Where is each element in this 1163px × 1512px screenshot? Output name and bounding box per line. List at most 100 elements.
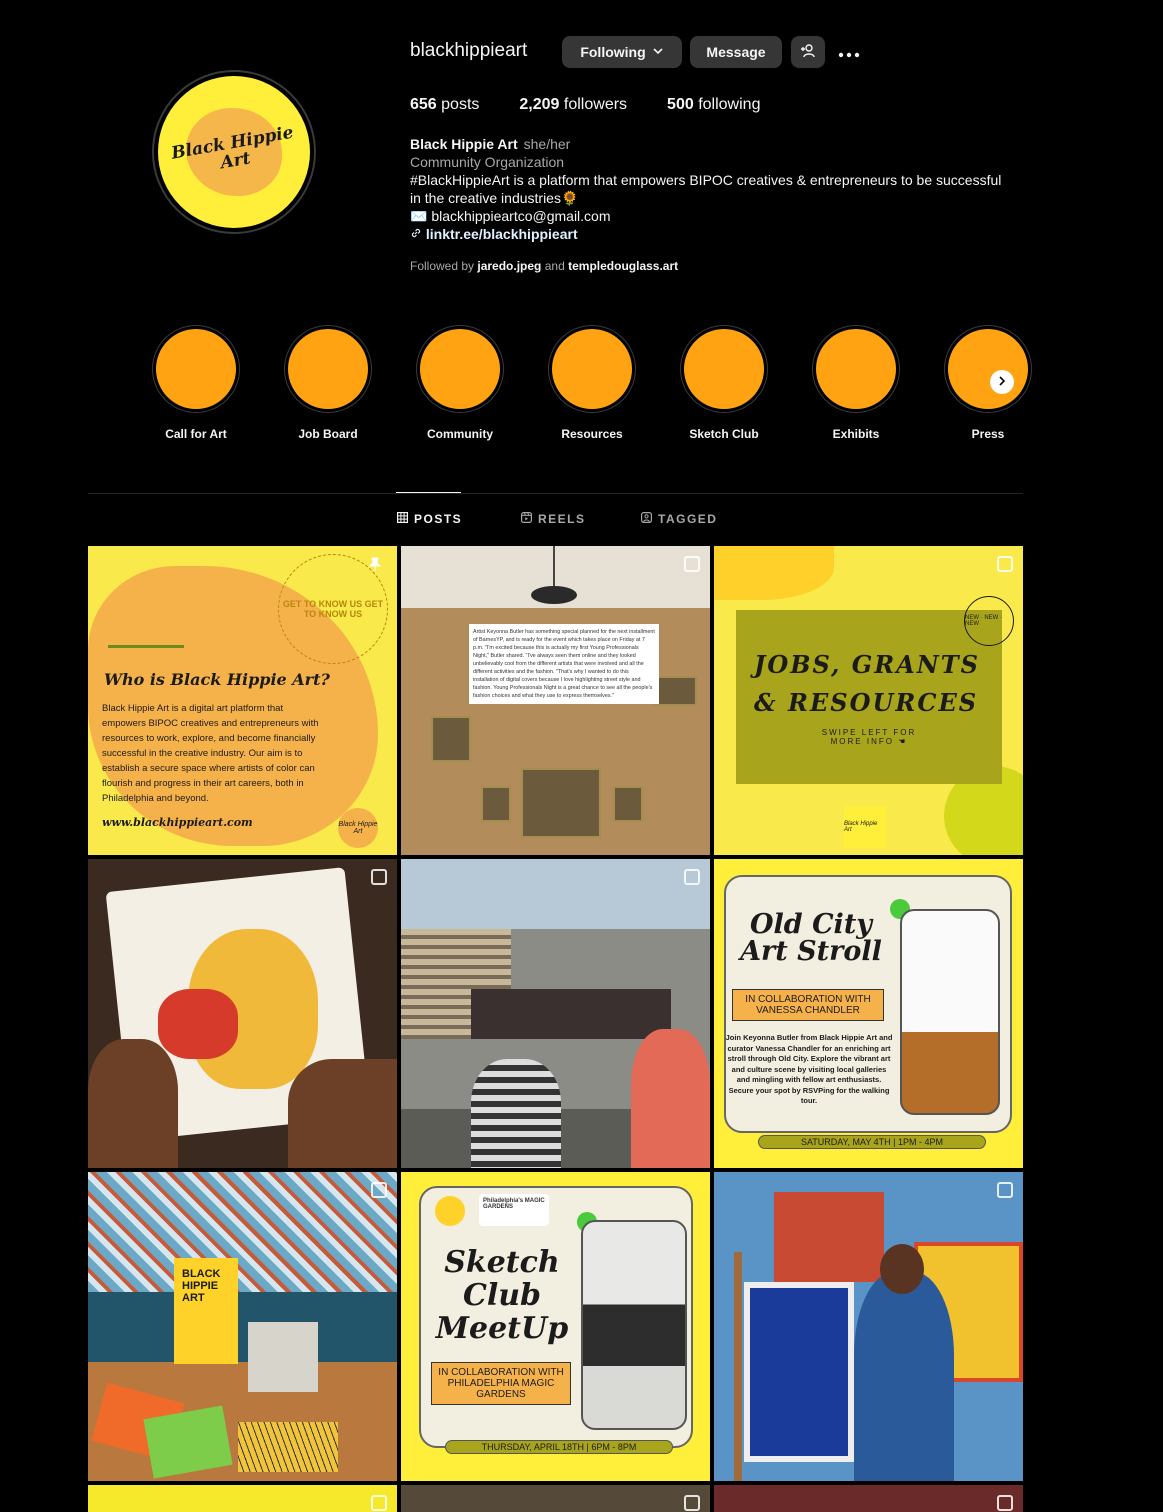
message-button[interactable]: Message	[690, 36, 782, 68]
post-winnie-the-pooh-drawing[interactable]	[88, 859, 397, 1168]
sketching-photo	[581, 1220, 687, 1430]
profile-avatar[interactable]: Black Hippie Art	[152, 70, 316, 234]
gallery-photo	[900, 909, 1000, 1115]
post-title-line-2: & RESOURCES	[754, 688, 979, 717]
followers-count: 2,209	[519, 96, 560, 113]
partner-logo: Philadelphia's MAGIC GARDENS	[479, 1194, 549, 1226]
collab-label: IN COLLABORATION WITH PHILADELPHIA MAGIC…	[431, 1362, 571, 1405]
bio-link-row[interactable]: linktr.ee/blackhippieart	[410, 225, 1010, 243]
highlight-label: Press	[971, 427, 1005, 441]
highlight-cover	[288, 329, 368, 409]
reels-icon	[521, 512, 533, 526]
following-button[interactable]: Following	[562, 36, 682, 68]
post-title: Old City Art Stroll	[740, 909, 882, 967]
post-body-text: Black Hippie Art is a digital art platfo…	[102, 703, 319, 804]
followed-by-conj: and	[544, 259, 565, 273]
chevron-right-icon	[997, 373, 1007, 391]
honey-pot-drawing	[158, 989, 238, 1059]
post-barnes-article[interactable]: Artist Keyonna Butler has something spec…	[401, 546, 710, 855]
highlight-call-for-art[interactable]: Call for Art	[130, 325, 262, 441]
followers-stat[interactable]: 2,209 followers	[519, 96, 627, 114]
post-old-city-art-stroll[interactable]: Old City Art Stroll IN COLLABORATION WIT…	[714, 859, 1023, 1168]
post-partial-3[interactable]	[714, 1485, 1023, 1512]
post-artist-painting[interactable]	[714, 1172, 1023, 1481]
tabs-divider	[88, 493, 1023, 494]
message-label: Message	[706, 44, 766, 60]
followers-label: followers	[563, 96, 628, 113]
post-title-line-1: JOBS, GRANTS	[754, 650, 980, 679]
following-label: Following	[580, 44, 646, 60]
highlight-resources[interactable]: Resources	[526, 325, 658, 441]
highlight-press[interactable]: Press	[922, 325, 1054, 441]
posts-label: posts	[441, 96, 480, 113]
carousel-icon	[997, 1182, 1013, 1198]
post-logo: Black Hippie Art	[338, 808, 378, 848]
post-sketch-club-meetup[interactable]: Philadelphia's MAGIC GARDENS Sketch Club…	[401, 1172, 710, 1481]
bha-logo	[435, 1196, 465, 1226]
following-stat[interactable]: 500 following	[667, 96, 760, 114]
highlights-next-button[interactable]	[990, 370, 1014, 394]
profile-bio: Black Hippie Art she/her Community Organi…	[410, 135, 1010, 243]
tab-reels-label: REELS	[538, 512, 586, 526]
highlight-label: Call for Art	[165, 427, 227, 441]
following-count: 500	[667, 96, 694, 113]
followed-by[interactable]: Followed by jaredo.jpeg and templedougla…	[410, 259, 678, 273]
post-title: Sketch Club MeetUp	[435, 1245, 569, 1346]
highlight-cover	[816, 329, 896, 409]
post-who-is-black-hippie-art[interactable]: GET TO KNOW US GET TO KNOW US Who is Bla…	[88, 546, 397, 855]
post-jobs-grants-resources[interactable]: JOBS, GRANTS & RESOURCES SWIPE LEFT FOR …	[714, 546, 1023, 855]
suggested-users-button[interactable]	[791, 36, 825, 68]
carousel-icon	[371, 1182, 387, 1198]
new-badge: NEW · NEW · NEW	[964, 596, 1014, 646]
tab-reels[interactable]: REELS	[521, 512, 586, 526]
highlight-label: Sketch Club	[689, 427, 759, 441]
more-dots-icon	[838, 41, 860, 64]
post-partial-2[interactable]	[401, 1485, 710, 1512]
add-user-icon	[800, 43, 816, 61]
carousel-icon	[684, 869, 700, 885]
posts-count: 656	[410, 96, 437, 113]
chevron-down-icon	[652, 44, 664, 60]
post-partial-1[interactable]	[88, 1485, 397, 1512]
posts-grid: GET TO KNOW US GET TO KNOW US Who is Bla…	[88, 546, 1023, 1512]
highlight-community[interactable]: Community	[394, 325, 526, 441]
grid-icon	[397, 512, 409, 526]
bio-email: ✉️ blackhippieartco@gmail.com	[410, 208, 611, 224]
tagged-icon	[641, 512, 653, 526]
post-sketch-club-photo[interactable]	[401, 859, 710, 1168]
followed-by-user-1[interactable]: jaredo.jpeg	[477, 259, 541, 273]
display-name: Black Hippie Art	[410, 136, 518, 152]
highlight-exhibits[interactable]: Exhibits	[790, 325, 922, 441]
story-highlights: Call for Art Job Board Community Resourc…	[130, 325, 1054, 441]
tab-posts[interactable]: POSTS	[397, 512, 462, 526]
carousel-icon	[684, 556, 700, 572]
post-subtitle: SWIPE LEFT FOR MORE INFO ☚	[821, 728, 917, 746]
followed-by-prefix: Followed by	[410, 259, 475, 273]
carousel-icon	[371, 1495, 387, 1511]
highlight-sketch-club[interactable]: Sketch Club	[658, 325, 790, 441]
posts-stat: 656 posts	[410, 96, 479, 114]
lamp-graphic	[531, 586, 577, 604]
post-title: Who is Black Hippie Art?	[104, 670, 330, 689]
carousel-icon	[371, 869, 387, 885]
more-options-button[interactable]	[836, 36, 862, 68]
link-icon	[410, 226, 426, 242]
post-url-text: www.blackhippieart.com	[102, 816, 253, 829]
active-tab-indicator	[396, 492, 461, 493]
highlight-cover	[552, 329, 632, 409]
tab-posts-label: POSTS	[414, 512, 463, 526]
bio-link[interactable]: linktr.ee/blackhippieart	[426, 226, 578, 242]
highlight-label: Resources	[561, 427, 623, 441]
carousel-icon	[997, 556, 1013, 572]
pronouns: she/her	[523, 136, 571, 152]
highlight-label: Job Board	[298, 427, 358, 441]
profile-username: blackhippieart	[410, 40, 528, 61]
article-quote: Artist Keyonna Butler has something spec…	[469, 624, 659, 704]
post-art-supplies-table[interactable]: BLACK HIPPIE ART	[88, 1172, 397, 1481]
tab-tagged[interactable]: TAGGED	[641, 512, 717, 526]
event-date: THURSDAY, APRIL 18TH | 6PM - 8PM	[445, 1440, 673, 1454]
post-description: Join Keyonna Butler from Black Hippie Ar…	[725, 1033, 893, 1105]
highlight-job-board[interactable]: Job Board	[262, 325, 394, 441]
followed-by-user-2[interactable]: templedouglass.art	[568, 259, 678, 273]
sun-graphic	[108, 618, 184, 648]
